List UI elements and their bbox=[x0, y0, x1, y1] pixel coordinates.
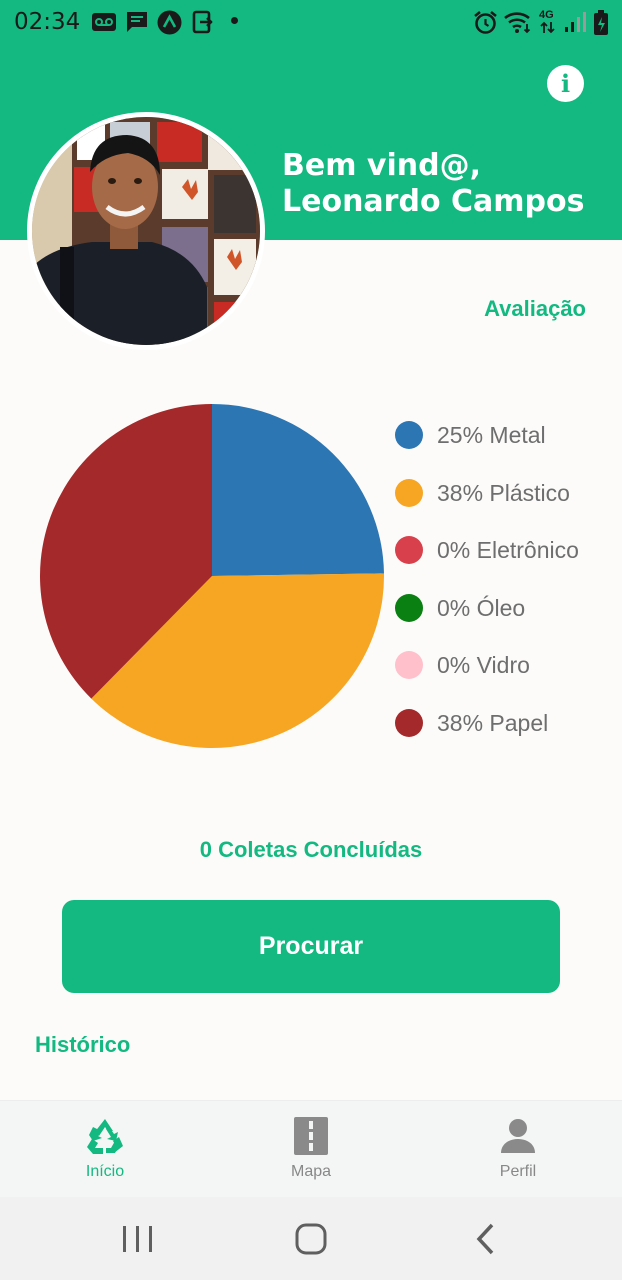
system-navigation-bar bbox=[0, 1197, 622, 1280]
legend-label-plastico: 38% Plástico bbox=[437, 479, 570, 506]
nav-label-perfil: Perfil bbox=[499, 1163, 537, 1180]
waste-type-pie-chart bbox=[40, 404, 385, 748]
user-name: Leonardo Campos bbox=[282, 184, 585, 219]
nav-label-inicio: Início bbox=[85, 1163, 125, 1180]
legend-item-eletronico: 0% Eletrônico bbox=[395, 533, 579, 591]
legend-dot-oleo bbox=[395, 593, 423, 622]
welcome-greeting: Bem vind@, bbox=[282, 148, 481, 183]
legend-label-papel: 38% Papel bbox=[437, 709, 549, 736]
legend-label-metal: 25% Metal bbox=[437, 422, 546, 448]
procurar-button[interactable]: Procurar bbox=[62, 900, 560, 993]
signal-icon bbox=[565, 12, 586, 32]
avatar[interactable] bbox=[27, 112, 265, 350]
message-icon bbox=[127, 12, 147, 32]
legend-dot-plastico bbox=[395, 478, 423, 507]
notification-dot bbox=[231, 17, 238, 24]
status-bar: 02:34 4G bbox=[0, 0, 622, 44]
road-icon bbox=[294, 1117, 328, 1155]
legend-label-oleo: 0% Óleo bbox=[437, 594, 526, 621]
person-icon bbox=[501, 1119, 535, 1153]
nav-item-inicio[interactable]: Início bbox=[45, 1101, 165, 1198]
legend-item-metal: 25% Metal bbox=[395, 418, 579, 476]
legend-dot-papel bbox=[395, 708, 423, 737]
legend-dot-eletronico bbox=[395, 536, 423, 565]
wifi-icon bbox=[504, 12, 531, 34]
status-time: 02:34 bbox=[14, 9, 81, 35]
legend-item-oleo: 0% Óleo bbox=[395, 591, 579, 649]
battery-icon bbox=[594, 10, 608, 35]
recent-apps-icon[interactable] bbox=[118, 1197, 158, 1280]
chart-legend: 25% Metal 38% Plástico 0% Eletrônico 0% … bbox=[395, 418, 579, 764]
avaliacao-link[interactable]: Avaliação bbox=[484, 296, 586, 322]
app-a-icon bbox=[157, 10, 182, 35]
pie-slice-metal bbox=[212, 404, 384, 576]
data-arrows-icon bbox=[540, 21, 555, 34]
completed-collections-count: 0 Coletas Concluídas bbox=[199, 837, 423, 862]
legend-dot-metal bbox=[395, 421, 423, 449]
welcome-message: Bem vind@, Leonardo Campos bbox=[282, 148, 584, 220]
legend-label-vidro: 0% Vidro bbox=[437, 652, 530, 679]
legend-item-vidro: 0% Vidro bbox=[395, 648, 579, 706]
nav-item-perfil[interactable]: Perfil bbox=[458, 1101, 578, 1198]
exit-app-icon bbox=[192, 10, 213, 34]
home-icon[interactable] bbox=[291, 1197, 331, 1280]
nav-label-mapa: Mapa bbox=[290, 1163, 332, 1180]
legend-label-eletronico: 0% Eletrônico bbox=[437, 537, 579, 564]
voicemail-icon bbox=[92, 13, 116, 31]
recycle-icon bbox=[87, 1119, 123, 1154]
info-button[interactable]: i bbox=[547, 65, 584, 102]
legend-item-plastico: 38% Plástico bbox=[395, 476, 579, 534]
legend-item-papel: 38% Papel bbox=[395, 706, 579, 764]
alarm-icon bbox=[474, 10, 497, 34]
legend-dot-vidro bbox=[395, 651, 423, 680]
profile-photo bbox=[32, 117, 260, 345]
nav-item-mapa[interactable]: Mapa bbox=[251, 1101, 371, 1198]
historico-link[interactable]: Histórico bbox=[35, 1032, 130, 1058]
back-icon[interactable] bbox=[466, 1197, 506, 1280]
bottom-navigation: Início Mapa Perfil bbox=[0, 1100, 622, 1197]
